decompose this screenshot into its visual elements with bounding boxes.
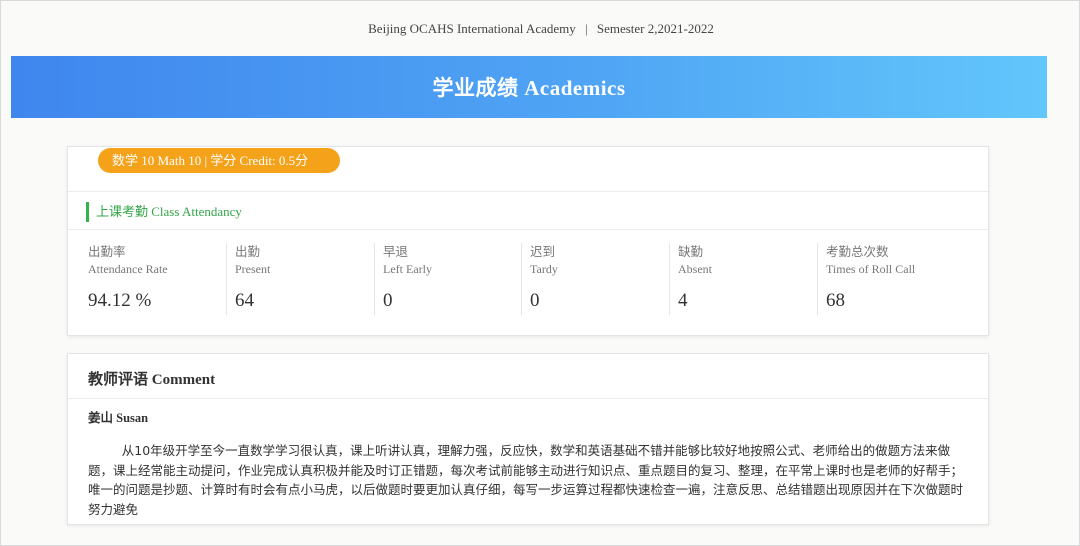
stat-attendance-rate: 出勤率 Attendance Rate 94.12 % [80,243,228,315]
stat-value: 0 [530,290,540,311]
header-separator: | [585,21,588,36]
stat-label-zh: 考勤总次数 [826,245,889,259]
school-name: Beijing OCAHS International Academy [368,21,576,36]
divider [68,229,988,230]
attendance-section-title: 上课考勤 Class Attendancy [86,202,242,222]
divider [68,398,988,399]
comment-card: 教师评语 Comment 姜山 Susan 从10年级开学至今一直数学学习很认真… [67,353,989,525]
stat-value: 64 [235,290,254,311]
attendance-stats: 出勤率 Attendance Rate 94.12 % 出勤 Present 6… [68,243,988,315]
stat-value: 0 [383,290,393,311]
stat-tardy: 迟到 Tardy 0 [521,243,669,315]
stat-label-zh: 早退 [383,245,409,259]
divider [68,191,988,192]
stat-label-en: Tardy [530,262,558,276]
stat-value: 68 [826,290,845,311]
stat-label-en: Absent [678,262,712,276]
stat-present: 出勤 Present 64 [226,243,374,315]
stat-label-zh: 迟到 [530,245,556,259]
report-page: Beijing OCAHS International Academy | Se… [0,0,1080,546]
stat-label-zh: 出勤率 [88,245,126,259]
comment-title: 教师评语 Comment [88,372,216,388]
attendance-card: 数学 10 Math 10 | 学分 Credit: 0.5分 上课考勤 Cla… [67,146,989,336]
stat-label-zh: 缺勤 [678,245,704,259]
comment-body: 从10年级开学至今一直数学学习很认真，课上听讲认真，理解力强，反应快，数学和英语… [88,443,964,517]
banner-title: 学业成绩 Academics [432,76,626,100]
course-badge: 数学 10 Math 10 | 学分 Credit: 0.5分 [98,148,340,173]
stat-label-en: Times of Roll Call [826,262,916,276]
stat-label-en: Attendance Rate [88,262,168,276]
academics-banner: 学业成绩 Academics [11,56,1047,118]
stat-roll-call: 考勤总次数 Times of Roll Call 68 [817,243,977,315]
teacher-name: 姜山 Susan [88,411,149,425]
stat-label-en: Left Early [383,262,432,276]
stat-value: 94.12 % [88,290,152,311]
semester-label: Semester 2,2021-2022 [596,21,714,36]
stat-left-early: 早退 Left Early 0 [374,243,522,315]
stat-value: 4 [678,290,688,311]
report-header: Beijing OCAHS International Academy | Se… [1,21,1080,37]
stat-label-en: Present [235,262,271,276]
stat-label-zh: 出勤 [235,245,261,259]
stat-absent: 缺勤 Absent 4 [669,243,817,315]
